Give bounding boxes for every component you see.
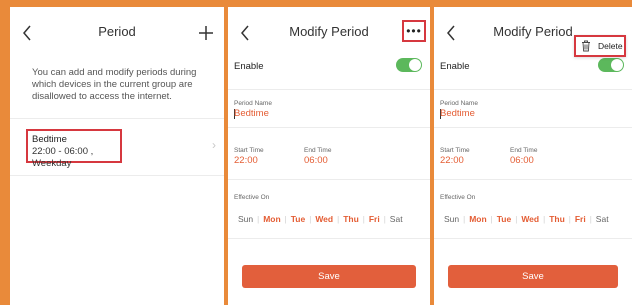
- enable-label: Enable: [440, 61, 470, 72]
- day-mon[interactable]: Mon: [465, 214, 490, 224]
- period-item-time: 22:00 - 06:00 , Weekday: [32, 146, 94, 169]
- period-item-name: Bedtime: [32, 134, 67, 145]
- weekday-selector: Sun | Mon | Tue | Wed | Thu | Fri | Sat: [234, 214, 426, 226]
- day-sun[interactable]: Sun: [440, 214, 463, 224]
- day-mon[interactable]: Mon: [259, 214, 284, 224]
- page-title: Modify Period: [289, 24, 369, 39]
- divider: [228, 179, 430, 180]
- delete-menu-item[interactable]: Delete: [574, 35, 626, 57]
- period-name-input[interactable]: Bedtime: [234, 108, 269, 119]
- divider: [228, 238, 430, 239]
- day-tue[interactable]: Tue: [493, 214, 515, 224]
- start-time-value[interactable]: 22:00: [440, 155, 464, 166]
- period-name-label: Period Name: [440, 100, 478, 107]
- divider: [228, 89, 430, 90]
- enable-toggle[interactable]: [396, 58, 422, 72]
- divider: [434, 89, 632, 90]
- day-thu[interactable]: Thu: [339, 214, 363, 224]
- period-list-screen: Period You can add and modify periods du…: [10, 7, 224, 305]
- enable-label: Enable: [234, 61, 264, 72]
- divider: [10, 175, 224, 176]
- trash-icon: [582, 40, 590, 52]
- divider: [434, 238, 632, 239]
- page-title: Period: [98, 24, 136, 39]
- day-sun[interactable]: Sun: [234, 214, 257, 224]
- modify-period-screen: Modify Period ••• Enable Period Name Bed…: [228, 7, 430, 305]
- header: Period: [10, 21, 224, 45]
- plus-icon: [199, 26, 213, 40]
- enable-toggle[interactable]: [598, 58, 624, 72]
- day-fri[interactable]: Fri: [571, 214, 590, 224]
- period-name-label: Period Name: [234, 100, 272, 107]
- start-time-label: Start Time: [440, 147, 470, 154]
- end-time-value[interactable]: 06:00: [304, 155, 328, 166]
- effective-on-label: Effective On: [440, 194, 476, 201]
- divider: [434, 127, 632, 128]
- start-time-value[interactable]: 22:00: [234, 155, 258, 166]
- header: Modify Period •••: [228, 20, 430, 45]
- divider: [10, 118, 224, 119]
- modify-period-delete-screen: Modify Period Enable Period Name Bedtime…: [434, 7, 632, 305]
- more-options-button[interactable]: •••: [402, 20, 426, 42]
- weekday-selector: Sun | Mon | Tue | Wed | Thu | Fri | Sat: [440, 214, 628, 226]
- day-tue[interactable]: Tue: [287, 214, 309, 224]
- day-sat[interactable]: Sat: [592, 214, 613, 224]
- period-name-input[interactable]: Bedtime: [440, 108, 475, 119]
- day-wed[interactable]: Wed: [311, 214, 337, 224]
- divider: [434, 179, 632, 180]
- period-list-item[interactable]: Bedtime 22:00 - 06:00 , Weekday: [26, 129, 122, 169]
- more-dots-icon: •••: [406, 24, 422, 38]
- start-time-label: Start Time: [234, 147, 264, 154]
- save-button[interactable]: Save: [242, 265, 416, 288]
- end-time-value[interactable]: 06:00: [510, 155, 534, 166]
- effective-on-label: Effective On: [234, 194, 270, 201]
- toggle-knob: [611, 59, 623, 71]
- add-period-button[interactable]: [196, 21, 216, 45]
- description-text: You can add and modify periods during wh…: [32, 67, 197, 102]
- end-time-label: End Time: [304, 147, 332, 154]
- day-fri[interactable]: Fri: [365, 214, 384, 224]
- day-sat[interactable]: Sat: [386, 214, 407, 224]
- screenshot-frame: Period You can add and modify periods du…: [0, 0, 632, 305]
- day-wed[interactable]: Wed: [517, 214, 543, 224]
- chevron-right-icon: ›: [212, 138, 216, 152]
- save-button[interactable]: Save: [448, 265, 618, 288]
- end-time-label: End Time: [510, 147, 538, 154]
- toggle-knob: [409, 59, 421, 71]
- day-thu[interactable]: Thu: [545, 214, 569, 224]
- divider: [228, 127, 430, 128]
- delete-label: Delete: [598, 41, 623, 51]
